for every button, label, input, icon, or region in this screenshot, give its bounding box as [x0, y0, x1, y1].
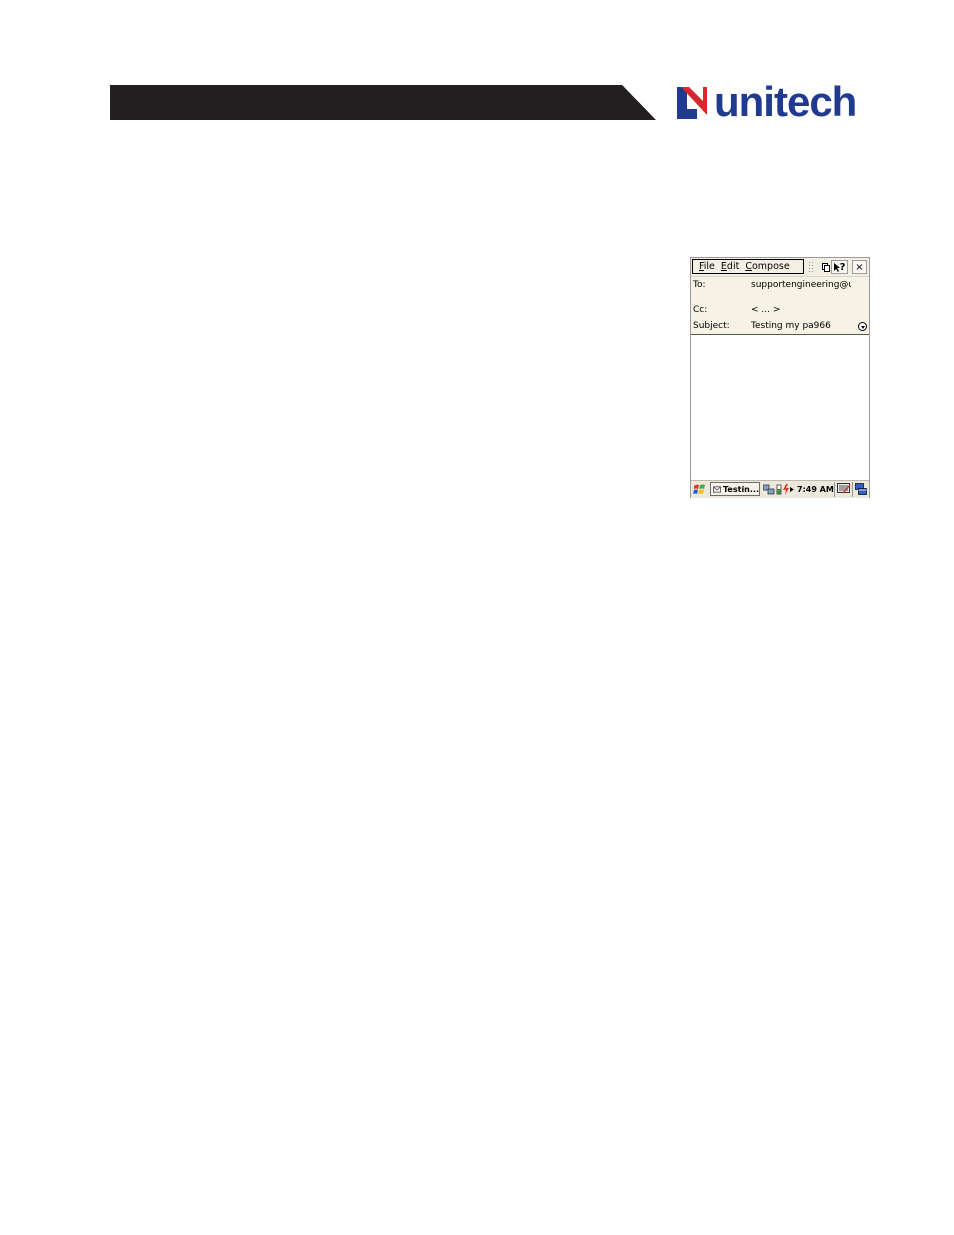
- device-screenshot: File Edit Compose ? × To: supportenginee…: [690, 257, 870, 498]
- menu-file[interactable]: File: [699, 261, 715, 272]
- unitech-logo-mark-icon: [677, 87, 707, 119]
- keyboard-icon[interactable]: [837, 483, 851, 496]
- help-button[interactable]: ?: [831, 260, 848, 274]
- copy-icon: [822, 262, 830, 272]
- task-button-label: Testin...: [723, 484, 759, 494]
- unitech-logo: unitech: [677, 78, 857, 125]
- system-tray: 7:49 AM: [763, 483, 834, 496]
- taskbar-separator: [852, 482, 853, 497]
- menu-bar: File Edit Compose ? ×: [691, 258, 869, 277]
- to-label: To:: [693, 280, 706, 290]
- expand-headers-button[interactable]: [858, 322, 867, 331]
- toolbar-grip[interactable]: [808, 261, 814, 272]
- to-field[interactable]: supportengineering@u: [751, 280, 851, 290]
- subject-field[interactable]: Testing my pa966: [751, 321, 851, 331]
- network-icon[interactable]: [763, 484, 775, 495]
- message-header: To: supportengineering@u Cc: < ... > Sub…: [691, 277, 869, 335]
- taskbar-separator: [834, 482, 835, 497]
- cc-label: Cc:: [693, 305, 708, 315]
- close-icon: ×: [855, 261, 864, 273]
- header-band: [110, 85, 656, 120]
- clock[interactable]: 7:49 AM: [797, 485, 834, 494]
- message-body[interactable]: [691, 335, 869, 480]
- start-icon[interactable]: [693, 483, 706, 496]
- logo-text: unitech: [714, 78, 857, 125]
- subject-label: Subject:: [693, 321, 730, 331]
- battery-icon[interactable]: [776, 484, 782, 495]
- mail-icon: [713, 485, 722, 493]
- close-button[interactable]: ×: [852, 260, 867, 274]
- task-button-message[interactable]: Testin...: [710, 482, 760, 496]
- menu-edit[interactable]: Edit: [721, 261, 739, 272]
- taskbar: Testin... 7:49 AM: [691, 480, 869, 498]
- cc-field[interactable]: < ... >: [751, 305, 851, 315]
- windows-switch-icon[interactable]: [855, 483, 867, 496]
- help-label: ?: [839, 261, 846, 273]
- menu-group: File Edit Compose: [692, 259, 804, 274]
- power-icon[interactable]: [783, 484, 789, 495]
- menu-compose[interactable]: Compose: [745, 261, 789, 272]
- tray-arrow-icon[interactable]: [790, 484, 794, 495]
